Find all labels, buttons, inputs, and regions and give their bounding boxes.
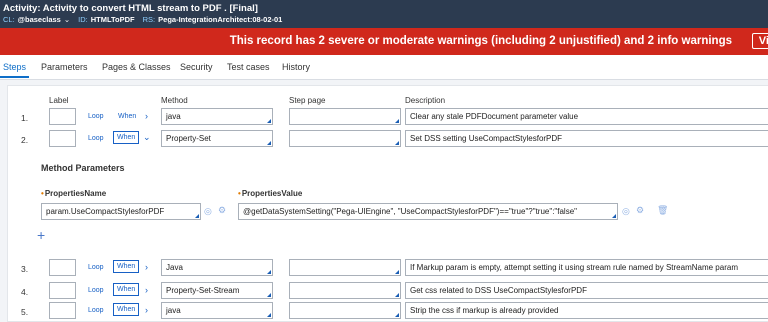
label-input[interactable]: [49, 130, 76, 147]
step-page-input[interactable]: [289, 108, 401, 125]
add-parameter-icon[interactable]: +: [37, 227, 45, 243]
gear-icon[interactable]: ⚙: [218, 205, 226, 216]
method-input[interactable]: Property-Set: [161, 130, 273, 147]
tab-security[interactable]: Security: [180, 62, 213, 72]
step-row: 5. Loop When › java Strip the css if mar…: [0, 302, 768, 322]
chevron-right-icon[interactable]: ›: [145, 262, 148, 272]
step-row: 4. Loop When › Property-Set-Stream Get c…: [0, 282, 768, 302]
when-button[interactable]: When: [113, 303, 140, 316]
tab-history[interactable]: History: [282, 62, 310, 72]
chevron-right-icon[interactable]: ›: [145, 285, 148, 295]
tab-parameters[interactable]: Parameters: [41, 62, 88, 72]
tab-pages-classes[interactable]: Pages & Classes: [102, 62, 171, 72]
method-input[interactable]: Property-Set-Stream: [161, 282, 273, 299]
method-input[interactable]: java: [161, 302, 273, 319]
description-input[interactable]: Set DSS setting UseCompactStylesforPDF: [405, 130, 768, 147]
warning-text: This record has 2 severe or moderate war…: [229, 35, 732, 47]
step-number: 2.: [21, 135, 29, 145]
loop-link[interactable]: Loop: [88, 135, 104, 142]
label-input[interactable]: [49, 282, 76, 299]
chevron-right-icon[interactable]: ›: [145, 111, 148, 121]
step-row: 2. Loop When ⌄ Property-Set Set DSS sett…: [0, 130, 768, 150]
col-step-page: Step page: [289, 96, 326, 105]
properties-value-label: •PropertiesValue: [238, 189, 303, 198]
method-parameters-title: Method Parameters: [41, 163, 125, 173]
step-number: 1.: [21, 113, 29, 123]
description-input[interactable]: Get css related to DSS UseCompactStylesf…: [405, 282, 768, 299]
when-button[interactable]: When: [113, 131, 140, 144]
record-meta: CL: @baseclass ⌄ ID: HTMLToPDF RS: Pega-Integr…: [3, 15, 282, 24]
description-input[interactable]: Strip the css if markup is already provi…: [405, 302, 768, 319]
tab-steps[interactable]: Steps: [0, 62, 30, 78]
id-key: ID:: [78, 15, 88, 24]
col-label: Label: [49, 96, 69, 105]
when-button[interactable]: When: [113, 283, 140, 296]
cl-key: CL:: [3, 15, 15, 24]
step-page-input[interactable]: [289, 130, 401, 147]
step-page-input[interactable]: [289, 282, 401, 299]
method-input[interactable]: Java: [161, 259, 273, 276]
step-page-input[interactable]: [289, 302, 401, 319]
loop-link[interactable]: Loop: [88, 287, 104, 294]
loop-link[interactable]: Loop: [88, 307, 104, 314]
when-link[interactable]: When: [118, 113, 136, 120]
chevron-down-icon[interactable]: ⌄: [64, 15, 70, 24]
step-number: 3.: [21, 264, 29, 274]
method-input[interactable]: java: [161, 108, 273, 125]
required-marker: •: [238, 189, 241, 198]
circle-icon[interactable]: ◎: [622, 206, 630, 217]
step-row: 3. Loop When › Java If Markup param is e…: [0, 259, 768, 279]
step-page-input[interactable]: [289, 259, 401, 276]
description-input[interactable]: Clear any stale PDFDocument parameter va…: [405, 108, 768, 125]
when-button[interactable]: When: [113, 260, 140, 273]
header-bar: Activity: Activity to convert HTML strea…: [0, 0, 768, 28]
loop-link[interactable]: Loop: [88, 264, 104, 271]
col-description: Description: [405, 96, 446, 105]
tab-test-cases[interactable]: Test cases: [227, 62, 270, 72]
gear-icon[interactable]: ⚙: [636, 205, 644, 216]
rs-value: Pega-IntegrationArchitect:08-02-01: [158, 15, 283, 24]
id-value: HTMLToPDF: [90, 15, 135, 24]
view-warnings-button[interactable]: Vi: [751, 33, 768, 49]
label-input[interactable]: [49, 108, 76, 125]
properties-name-label: •PropertiesName: [41, 189, 107, 198]
chevron-right-icon[interactable]: ›: [145, 305, 148, 315]
step-row: 1. Loop When › java Clear any stale PDFD…: [0, 108, 768, 128]
step-number: 4.: [21, 287, 29, 297]
required-marker: •: [41, 189, 44, 198]
warning-banner: This record has 2 severe or moderate war…: [0, 28, 768, 55]
label-input[interactable]: [49, 259, 76, 276]
trash-icon[interactable]: 🗑: [657, 205, 668, 216]
description-input[interactable]: If Markup param is empty, attempt settin…: [405, 259, 768, 276]
circle-icon[interactable]: ◎: [204, 206, 212, 217]
label-input[interactable]: [49, 302, 76, 319]
tab-bar: Steps Parameters Pages & Classes Securit…: [0, 55, 768, 80]
step-number: 5.: [21, 307, 29, 317]
record-title: Activity: Activity to convert HTML strea…: [3, 3, 258, 14]
col-method: Method: [161, 96, 188, 105]
loop-link[interactable]: Loop: [88, 113, 104, 120]
chevron-down-icon[interactable]: ⌄: [143, 132, 151, 143]
properties-name-input[interactable]: param.UseCompactStylesforPDF: [41, 203, 201, 220]
rs-key: RS:: [142, 15, 156, 24]
cl-value[interactable]: @baseclass: [18, 15, 61, 24]
properties-value-input[interactable]: @getDataSystemSetting("Pega-UIEngine", "…: [238, 203, 618, 220]
